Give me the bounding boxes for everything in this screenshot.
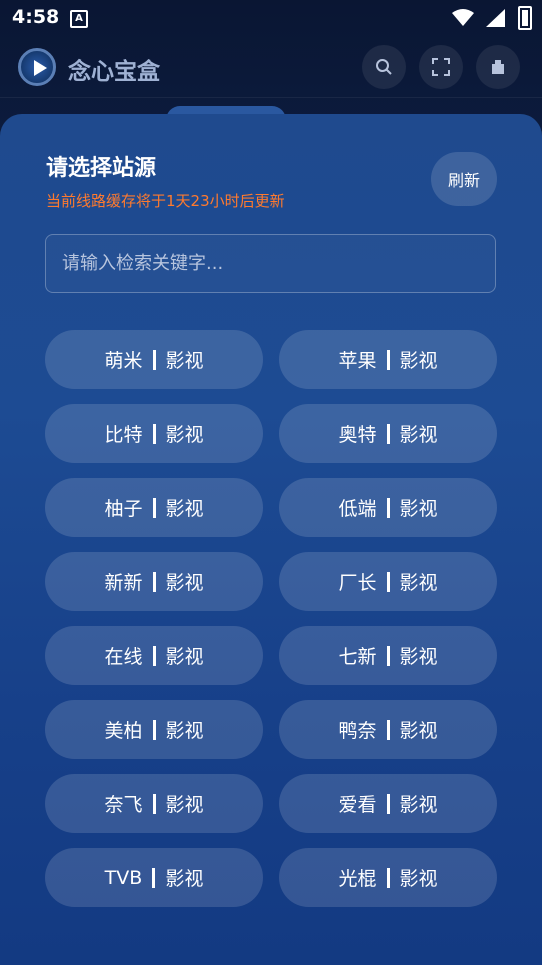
source-name: 萌米 — [104, 350, 143, 372]
app-logo-icon — [18, 48, 56, 86]
separator-bar — [386, 645, 390, 666]
separator-bar — [386, 571, 390, 592]
source-item[interactable]: 柚子 影视 — [45, 478, 263, 537]
status-bar: 4:58 A — [0, 0, 542, 36]
source-row: 奈飞 影视 爱看 影视 — [45, 774, 497, 833]
notification-a-icon: A — [70, 10, 88, 28]
source-name: 奈飞 — [104, 794, 143, 816]
separator-bar — [152, 349, 156, 370]
source-item[interactable]: 爱看 影视 — [279, 774, 497, 833]
source-type: 影视 — [165, 720, 204, 742]
source-type: 影视 — [399, 572, 438, 594]
wifi-icon — [452, 9, 474, 26]
source-item[interactable]: 比特 影视 — [45, 404, 263, 463]
source-type: 影视 — [399, 720, 438, 742]
source-type: 影视 — [399, 794, 438, 816]
status-time: 4:58 — [12, 6, 60, 28]
source-type: 影视 — [165, 498, 204, 520]
source-row: 柚子 影视 低端 影视 — [45, 478, 497, 537]
source-item[interactable]: 萌米 影视 — [45, 330, 263, 389]
separator-bar — [386, 719, 390, 740]
source-item[interactable]: 奥特 影视 — [279, 404, 497, 463]
source-name: 柚子 — [104, 498, 143, 520]
source-item[interactable]: 低端 影视 — [279, 478, 497, 537]
source-item[interactable]: TVB 影视 — [45, 848, 263, 907]
separator-bar — [386, 793, 390, 814]
separator-bar — [386, 349, 390, 370]
source-name: 厂长 — [338, 572, 377, 594]
app-title: 念心宝盒 — [68, 59, 160, 85]
source-type: 影视 — [165, 424, 204, 446]
source-row: 新新 影视 厂长 影视 — [45, 552, 497, 611]
source-item[interactable]: 苹果 影视 — [279, 330, 497, 389]
source-name: 苹果 — [338, 350, 377, 372]
separator-bar — [152, 497, 156, 518]
source-name: 在线 — [104, 646, 143, 668]
header-building-button[interactable] — [476, 45, 520, 89]
source-item[interactable]: 厂长 影视 — [279, 552, 497, 611]
separator-bar — [152, 571, 156, 592]
source-item[interactable]: 鸭奈 影视 — [279, 700, 497, 759]
separator-bar — [386, 423, 390, 444]
signal-icon — [486, 9, 505, 27]
source-name: 比特 — [104, 424, 143, 446]
source-type: 影视 — [165, 868, 204, 890]
separator-bar — [152, 423, 156, 444]
source-type: 影视 — [165, 350, 204, 372]
source-item[interactable]: 新新 影视 — [45, 552, 263, 611]
separator-bar — [152, 793, 156, 814]
source-type: 影视 — [399, 498, 438, 520]
source-row: TVB 影视 光棍 影视 — [45, 848, 497, 907]
source-item[interactable]: 奈飞 影视 — [45, 774, 263, 833]
header-divider — [0, 97, 542, 98]
source-row: 萌米 影视 苹果 影视 — [45, 330, 497, 389]
separator-bar — [386, 867, 390, 888]
source-name: 新新 — [104, 572, 143, 594]
separator-bar — [152, 645, 156, 666]
refresh-button[interactable]: 刷新 — [431, 152, 497, 206]
source-name: 光棍 — [338, 868, 377, 890]
source-type: 影视 — [399, 424, 438, 446]
separator-bar — [152, 867, 156, 888]
search-icon — [376, 59, 392, 75]
source-item[interactable]: 在线 影视 — [45, 626, 263, 685]
source-type: 影视 — [399, 646, 438, 668]
source-name: 低端 — [338, 498, 377, 520]
source-type: 影视 — [399, 868, 438, 890]
source-row: 比特 影视 奥特 影视 — [45, 404, 497, 463]
source-name: 鸭奈 — [338, 720, 377, 742]
source-type: 影视 — [165, 646, 204, 668]
source-name: TVB — [104, 866, 143, 889]
sheet-title: 请选择站源 — [46, 156, 157, 181]
source-item[interactable]: 光棍 影视 — [279, 848, 497, 907]
scan-icon — [432, 58, 450, 76]
source-row: 在线 影视 七新 影视 — [45, 626, 497, 685]
search-input[interactable] — [45, 234, 496, 293]
source-name: 爱看 — [338, 794, 377, 816]
source-item[interactable]: 美柏 影视 — [45, 700, 263, 759]
source-type: 影视 — [399, 350, 438, 372]
source-name: 奥特 — [338, 424, 377, 446]
source-name: 美柏 — [104, 720, 143, 742]
building-icon — [492, 60, 504, 74]
cache-notice: 当前线路缓存将于1天23小时后更新 — [46, 192, 285, 210]
source-grid: 萌米 影视 苹果 影视 比特 影视 奥特 影视 柚子 影视 低端 影视 新新 影视 厂长 影视 在线 影视 七新 影视… — [45, 330, 497, 922]
source-row: 美柏 影视 鸭奈 影视 — [45, 700, 497, 759]
source-name: 七新 — [338, 646, 377, 668]
app-header: 念心宝盒 — [0, 40, 542, 96]
separator-bar — [386, 497, 390, 518]
source-item[interactable]: 七新 影视 — [279, 626, 497, 685]
header-scan-button[interactable] — [419, 45, 463, 89]
source-type: 影视 — [165, 794, 204, 816]
separator-bar — [152, 719, 156, 740]
header-search-button[interactable] — [362, 45, 406, 89]
battery-icon — [518, 6, 532, 30]
source-type: 影视 — [165, 572, 204, 594]
